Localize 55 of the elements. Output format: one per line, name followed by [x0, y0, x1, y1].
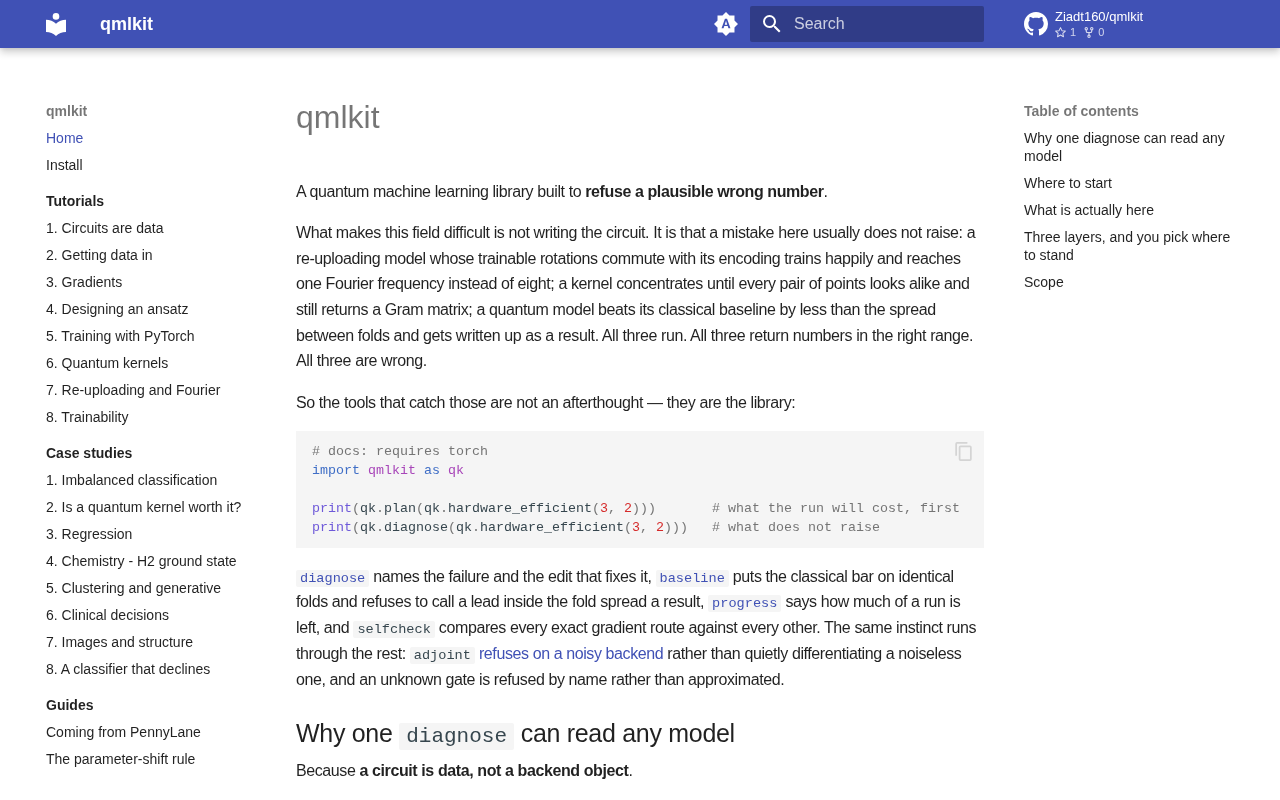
code-line: # docs: requires torch: [312, 442, 488, 461]
sidebar-link[interactable]: Coming from PennyLane: [46, 723, 201, 741]
page-title: qmlkit: [296, 98, 381, 137]
toc-link[interactable]: What is actually here: [1024, 201, 1154, 219]
sidebar-link[interactable]: Install: [46, 156, 83, 174]
paragraph: What makes this field difficult is not writing the circuit. It is that a mistake here usually does not raise: a re-uploading model whose trainable rotations commute with its encoding trains happily and reaches one Fourier frequency instead of eight; a kernel concentrates until every pair of points looks alike and still returns a Gram matrix; a quantum model beats its classical baseline by less than the spread between folds and gets written up as a result. All three run. All three return numbers in the right range. All three are wrong.: [296, 223, 977, 372]
sidebar-link[interactable]: 7. Re-uploading and Fourier: [46, 381, 221, 399]
code-link[interactable]: baseline: [655, 569, 729, 587]
book-icon[interactable]: [46, 12, 66, 36]
sidebar-section-title: Guides: [46, 696, 94, 714]
sidebar-link[interactable]: 5. Clustering and generative: [46, 579, 222, 597]
sidebar-link[interactable]: 6. Clinical decisions: [46, 606, 169, 624]
toc-link[interactable]: Three layers, and you pick where to stand: [1024, 228, 1242, 264]
paragraph: Because a circuit is data, not a backend object.: [296, 760, 634, 781]
toc-link[interactable]: Scope: [1024, 273, 1064, 291]
toc-title: Table of contents: [1024, 102, 1139, 120]
code-line: print(qk.diagnose(qk.hardware_efficient(3, 2))) # what does not raise: [312, 519, 880, 537]
sidebar-link[interactable]: 3. Regression: [46, 525, 133, 543]
toc-link[interactable]: Why one diagnose can read any model: [1024, 129, 1242, 165]
sidebar-link[interactable]: 2. Is a quantum kernel worth it?: [46, 498, 242, 516]
sidebar-link[interactable]: 5. Training with PyTorch: [46, 327, 195, 345]
sidebar-link[interactable]: 6. Quantum kernels: [46, 354, 169, 372]
code-line: print(qk.plan(qk.hardware_efficient(3, 2))) # what the run will cost, first: [312, 499, 960, 518]
sidebar-link[interactable]: 2. Getting data in: [46, 246, 153, 264]
sidebar-link[interactable]: 4. Designing an ansatz: [46, 300, 189, 318]
code-line: import qmlkit as qk: [312, 461, 464, 480]
paragraph: So the tools that catch those are not an afterthought — they are the library:: [296, 392, 797, 413]
sidebar-section-title: Tutorials: [46, 192, 105, 210]
brightness-auto-icon[interactable]: [714, 12, 738, 36]
sidebar-link[interactable]: The parameter-shift rule: [46, 750, 196, 768]
search-icon: [763, 15, 781, 33]
paragraph: A quantum machine learning library built to refuse a plausible wrong number.: [296, 181, 829, 202]
code-link[interactable]: diagnose: [296, 569, 370, 587]
sidebar-section-title: Case studies: [46, 444, 133, 462]
site-title: qmlkit: [100, 12, 153, 36]
section-heading: Why one diagnose can read any model: [296, 718, 736, 752]
star-count: 1: [1070, 25, 1077, 39]
fork-icon: [1084, 26, 1095, 38]
sidebar-link[interactable]: 4. Chemistry - H2 ground state: [46, 552, 237, 570]
sidebar-link[interactable]: 7. Images and structure: [46, 633, 194, 651]
sidebar-link[interactable]: 8. A classifier that declines: [46, 660, 211, 678]
fork-count: 0: [1098, 25, 1105, 39]
sidebar-link[interactable]: Home: [46, 129, 84, 147]
paragraph: diagnose names the failure and the edit that fixes it, baseline puts the classical bar on identical folds and refuses to call a lead inside the fold spread a result, progress says how much of a run is left, and selfcheck compares every exact gradient route against every other. The same instinct runs through the rest: adjoint refuses on a noisy backend rather than quietly differentiating a noiseless one, and an unknown gate is refused by name rather than approximated.: [296, 566, 978, 690]
code-link[interactable]: progress: [708, 595, 782, 613]
toc-link[interactable]: Where to start: [1024, 174, 1112, 192]
repository-name[interactable]: Ziadt160/qmlkit: [1055, 9, 1144, 25]
sidebar-title: qmlkit: [46, 102, 88, 120]
sidebar-link[interactable]: 1. Circuits are data: [46, 219, 164, 237]
link[interactable]: refuses on a noisy backend: [478, 644, 664, 662]
github-icon[interactable]: [1024, 12, 1048, 36]
sidebar-link[interactable]: 1. Imbalanced classification: [46, 471, 218, 489]
sidebar-link[interactable]: 8. Trainability: [46, 408, 129, 426]
sidebar-link[interactable]: 3. Gradients: [46, 273, 123, 291]
star-icon: [1055, 26, 1066, 38]
